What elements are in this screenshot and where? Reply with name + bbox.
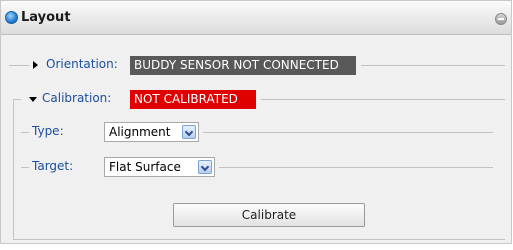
type-select[interactable]: Alignment: [104, 122, 199, 142]
type-select-value: Alignment: [109, 125, 171, 139]
calibration-label[interactable]: Calibration:: [42, 91, 111, 105]
calibration-frame-top-right: [261, 99, 505, 100]
calibration-frame-left: [13, 99, 14, 239]
orientation-label[interactable]: Orientation:: [46, 57, 118, 71]
target-select[interactable]: Flat Surface: [104, 157, 215, 177]
collapse-icon[interactable]: [495, 13, 507, 25]
panel-titlebar[interactable]: Layout: [1, 1, 511, 35]
orientation-status-badge: BUDDY SENSOR NOT CONNECTED: [130, 56, 356, 75]
target-line-right: [219, 167, 493, 168]
type-line-right: [203, 132, 493, 133]
target-line-left: [21, 167, 29, 168]
collapse-calibration-icon[interactable]: [29, 97, 37, 102]
chevron-down-icon[interactable]: [198, 160, 212, 174]
orientation-line-left: [9, 65, 29, 66]
type-line-left: [21, 132, 29, 133]
calibration-status-badge: NOT CALIBRATED: [130, 90, 256, 109]
chevron-down-icon[interactable]: [182, 125, 196, 139]
target-select-value: Flat Surface: [109, 160, 181, 174]
expand-orientation-icon[interactable]: [33, 61, 38, 69]
calibrate-button[interactable]: Calibrate: [173, 203, 365, 227]
type-label: Type:: [32, 124, 64, 138]
calibration-frame-top-left: [13, 99, 21, 100]
target-label: Target:: [32, 159, 74, 173]
panel-status-icon: [5, 11, 18, 24]
calibration-frame-bottom: [13, 239, 505, 240]
panel-title: Layout: [21, 10, 71, 25]
layout-panel: Layout Orientation: BUDDY SENSOR NOT CON…: [0, 0, 512, 244]
orientation-line-right: [361, 65, 505, 66]
